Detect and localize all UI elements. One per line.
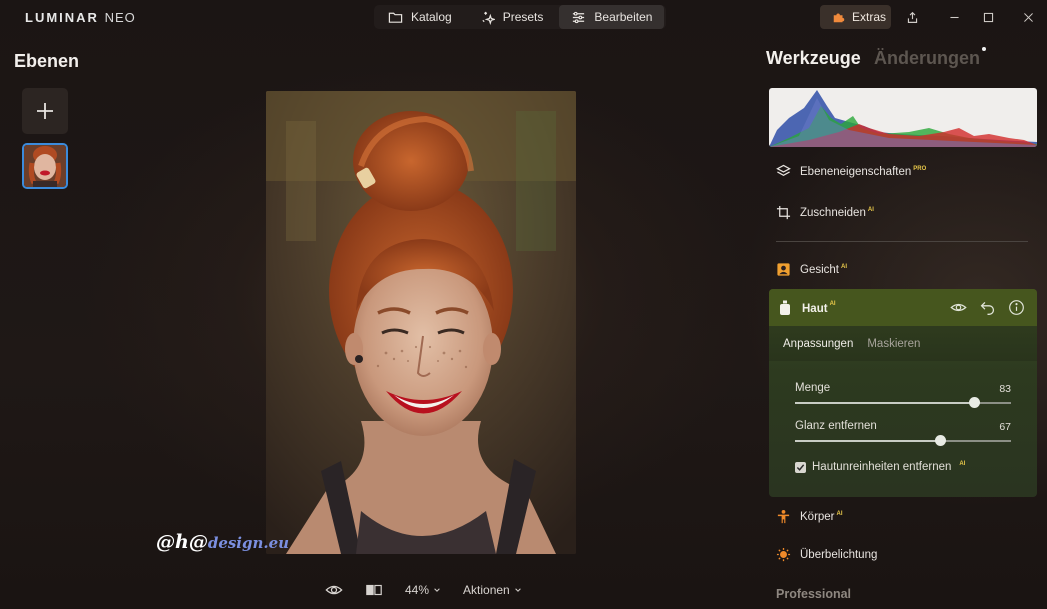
checkbox-label: Hautunreinheiten entfernen [812,461,952,473]
zoom-value: 44% [405,583,430,597]
plus-icon [37,103,53,119]
puzzle-icon [833,13,845,23]
bottom-toolbar: 44% Aktionen [325,580,522,600]
sliders-icon [573,11,585,23]
slider-glanz-thumb[interactable] [934,435,946,446]
watermark-suffix: design.eu [207,534,290,552]
layer-thumbnail-image [24,145,66,187]
haut-label: Haut [802,302,828,315]
app-window: LUMINAR NEO Katalog Presets Bearbeiten E… [0,0,1047,609]
nav-katalog-label: Katalog [411,10,452,24]
tab-werkzeuge[interactable]: Werkzeuge [766,48,861,69]
haut-header[interactable]: Haut AI [769,289,1037,326]
tool-ueberbelichtung-label: Überbelichtung [800,548,878,561]
extras-button[interactable]: Extras [820,5,891,29]
divider [776,241,1028,242]
eye-icon[interactable] [325,581,343,599]
ai-badge: AI [836,510,843,517]
close-button[interactable] [1016,5,1040,29]
layer-thumbnail[interactable] [22,143,68,189]
check-icon [796,463,805,471]
title-bar: LUMINAR NEO Katalog Presets Bearbeiten E… [0,0,1047,34]
folder-icon [388,12,403,23]
nav-katalog[interactable]: Katalog [376,5,464,29]
ai-badge: AI [841,263,847,270]
subtab-maskieren[interactable]: Maskieren [867,338,920,350]
logo-sub: NEO [104,10,136,25]
actions-label: Aktionen [463,583,510,597]
minimize-icon [949,16,959,18]
ai-badge: AI [867,206,874,213]
info-icon[interactable] [1008,299,1025,316]
maximize-button[interactable] [976,5,1000,29]
haut-panel: Haut AI Anpassungen Maskieren Menge 83 Gl… [769,289,1037,497]
nav-presets-label: Presets [502,10,544,24]
sun-icon [776,547,791,562]
undo-icon[interactable] [979,299,996,316]
histogram [769,88,1037,147]
slider-glanz[interactable] [795,435,1011,446]
zoom-dropdown[interactable]: 44% [405,583,441,597]
haut-actions [950,299,1025,316]
top-navigation: Katalog Presets Bearbeiten [374,5,666,29]
tool-koerper[interactable]: Körper AI [776,509,843,524]
checkbox[interactable] [795,461,806,473]
layers-title: Ebenen [14,51,80,71]
slider-menge-fill [795,402,975,404]
logo-main: LUMINAR [25,10,99,25]
slider-menge-value: 83 [999,383,1011,395]
ai-badge: AI [959,461,966,468]
watermark: @h@design.eu [156,531,289,553]
body-icon [777,509,790,524]
slider-glanz-fill [795,440,940,442]
portrait-icon [777,263,790,276]
histogram-graph [769,90,1037,147]
nav-presets[interactable]: Presets [468,5,556,29]
main-photo[interactable] [266,91,576,554]
nav-bearbeiten[interactable]: Bearbeiten [559,5,665,29]
haut-subtabs: Anpassungen Maskieren [769,326,1037,361]
chevron-down-icon [514,588,521,592]
watermark-prefix: @h@ [156,531,208,553]
chevron-down-icon [434,588,440,592]
close-icon [1023,12,1033,22]
checkbox-hautunreinheiten[interactable]: Hautunreinheiten entfernen AI [795,461,965,473]
tool-zuschneiden-label: Zuschneiden [800,206,866,219]
tool-koerper-label: Körper [800,510,835,523]
share-icon [907,11,917,23]
skin-bottle-icon [780,300,790,315]
tool-zuschneiden[interactable]: Zuschneiden AI [776,205,874,220]
notification-dot [982,47,986,51]
actions-dropdown[interactable]: Aktionen [463,583,522,597]
slider-glanz-label: Glanz entfernen [795,420,877,432]
ai-badge: AI [829,301,836,308]
tool-ueberbelichtung[interactable]: Überbelichtung [776,547,877,562]
sparkle-icon [482,11,495,25]
crop-icon [776,205,791,220]
layers-icon [776,164,791,176]
extras-label: Extras [852,10,887,24]
tool-ebeneneigenschaften[interactable]: Ebeneneigenschaften PRO [776,164,926,179]
compare-icon[interactable] [365,581,383,599]
eye-icon[interactable] [950,299,967,316]
tool-gesicht-label: Gesicht [800,263,839,276]
tool-ebeneneigenschaften-label: Ebeneneigenschaften [800,165,912,178]
portrait-image [266,91,576,554]
nav-bearbeiten-label: Bearbeiten [594,10,653,24]
subtab-anpassungen[interactable]: Anpassungen [783,338,853,350]
slider-menge-thumb[interactable] [969,397,981,408]
slider-menge[interactable] [795,397,1011,408]
slider-menge-label: Menge [795,382,831,394]
minimize-button[interactable] [942,5,966,29]
pro-badge: PRO [913,165,927,172]
share-button[interactable] [900,5,924,29]
slider-glanz-value: 67 [999,421,1011,433]
section-professional[interactable]: Professional [776,587,851,601]
maximize-icon [983,12,993,22]
app-logo: LUMINAR NEO [25,10,136,25]
tab-aenderungen[interactable]: Änderungen [874,48,980,69]
add-layer-button[interactable] [22,88,68,134]
tool-gesicht[interactable]: Gesicht AI [776,262,847,277]
